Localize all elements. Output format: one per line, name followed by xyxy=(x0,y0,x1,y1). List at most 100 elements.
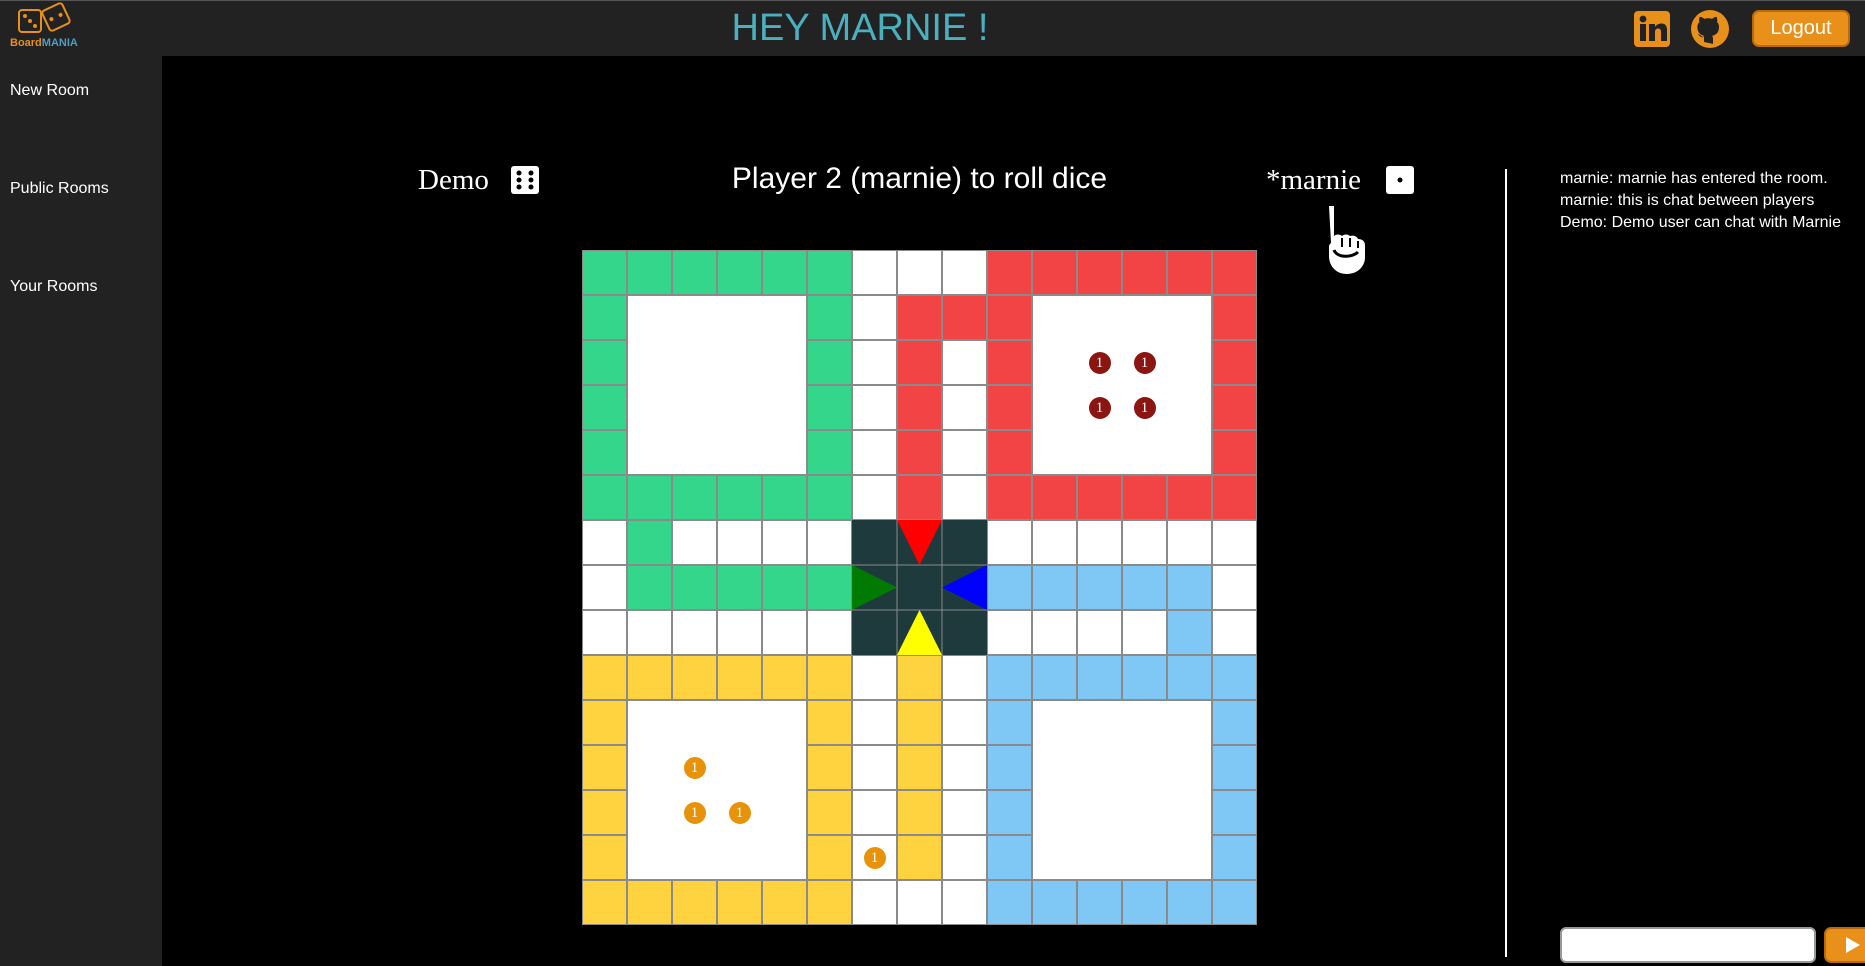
board-cell xyxy=(942,655,987,700)
board-cell xyxy=(1032,610,1077,655)
top-bar: BoardMANIA HEY MARNIE ! Logout xyxy=(0,0,1865,56)
board-cell xyxy=(762,475,807,520)
board-cell xyxy=(852,340,897,385)
board-cell xyxy=(1122,880,1167,925)
board-cell xyxy=(582,790,627,835)
board-cell xyxy=(582,295,627,340)
board-cell xyxy=(852,790,897,835)
sidebar-item-new-room[interactable]: New Room xyxy=(10,82,89,100)
github-link[interactable] xyxy=(1690,9,1730,49)
red-token[interactable]: 1 xyxy=(1133,396,1156,419)
board-cell xyxy=(897,655,942,700)
board-cell xyxy=(717,475,762,520)
blue-arrow-icon xyxy=(942,565,987,610)
board-cell xyxy=(897,835,942,880)
board-cell xyxy=(717,520,762,565)
board-cell xyxy=(1212,475,1257,520)
red-token[interactable]: 1 xyxy=(1088,351,1111,374)
yellow-token[interactable]: 1 xyxy=(728,801,751,824)
board-cell xyxy=(1167,250,1212,295)
board-cell xyxy=(807,610,852,655)
board-cell xyxy=(582,835,627,880)
board-cell xyxy=(1167,565,1212,610)
home-area xyxy=(627,295,807,475)
yellow-token[interactable]: 1 xyxy=(683,801,706,824)
player1-name: Demo xyxy=(418,164,489,196)
board-cell xyxy=(627,880,672,925)
game-area: Demo Player 2 (marnie) to roll dice *mar… xyxy=(162,56,1865,966)
board-cell xyxy=(1032,250,1077,295)
board-cell xyxy=(987,295,1032,340)
sidebar-item-your-rooms[interactable]: Your Rooms xyxy=(10,278,97,296)
board-cell xyxy=(627,565,672,610)
board-cell xyxy=(987,385,1032,430)
board-cell xyxy=(1122,475,1167,520)
chat-input[interactable] xyxy=(1560,927,1816,963)
board-cell xyxy=(1212,790,1257,835)
sidebar-item-public-rooms[interactable]: Public Rooms xyxy=(10,180,109,198)
board-cell xyxy=(897,430,942,475)
player2-die-one-icon[interactable] xyxy=(1386,166,1414,194)
sidebar: New Room Public Rooms Your Rooms xyxy=(0,56,162,966)
home-area xyxy=(627,700,807,880)
board-cell xyxy=(807,835,852,880)
board-cell xyxy=(942,385,987,430)
board-cell xyxy=(807,385,852,430)
board-cell xyxy=(672,880,717,925)
board-cell xyxy=(1212,295,1257,340)
board-cell xyxy=(1212,745,1257,790)
board-cell xyxy=(1212,250,1257,295)
board-cell xyxy=(987,520,1032,565)
board-cell xyxy=(852,430,897,475)
board-cell xyxy=(1212,520,1257,565)
yellow-token[interactable]: 1 xyxy=(863,846,886,869)
board-cell xyxy=(1167,655,1212,700)
board-cell xyxy=(987,430,1032,475)
board-cell xyxy=(987,565,1032,610)
board-cell xyxy=(582,655,627,700)
board-cell xyxy=(762,520,807,565)
board-cell xyxy=(942,880,987,925)
board-cell xyxy=(807,475,852,520)
board-cell xyxy=(942,295,987,340)
board-cell xyxy=(582,475,627,520)
linkedin-link[interactable] xyxy=(1632,9,1672,49)
board-cell xyxy=(807,430,852,475)
board-cell xyxy=(897,700,942,745)
board-cell xyxy=(717,250,762,295)
center-finish-area xyxy=(852,520,987,655)
board-cell xyxy=(897,880,942,925)
board-cell xyxy=(762,565,807,610)
send-button[interactable] xyxy=(1824,927,1865,963)
board-cell xyxy=(852,385,897,430)
board-cell xyxy=(942,700,987,745)
board-cell xyxy=(987,880,1032,925)
red-token[interactable]: 1 xyxy=(1133,351,1156,374)
board-cell xyxy=(582,745,627,790)
board-cell xyxy=(807,790,852,835)
board-cell xyxy=(807,745,852,790)
logout-button[interactable]: Logout xyxy=(1752,10,1850,47)
player1-die-six-icon[interactable] xyxy=(511,166,539,194)
linkedin-icon xyxy=(1634,11,1670,47)
board-cell xyxy=(1032,565,1077,610)
board-cell xyxy=(672,610,717,655)
board-cell xyxy=(627,475,672,520)
red-arrow-icon xyxy=(897,520,942,565)
red-token[interactable]: 1 xyxy=(1088,396,1111,419)
board-cell xyxy=(852,250,897,295)
board-cell xyxy=(987,790,1032,835)
board-cell xyxy=(717,610,762,655)
board-cell xyxy=(852,655,897,700)
github-icon xyxy=(1691,10,1729,48)
board-cell xyxy=(897,745,942,790)
board-cell xyxy=(1122,610,1167,655)
yellow-token[interactable]: 1 xyxy=(683,756,706,779)
board-cell xyxy=(852,700,897,745)
board-cell xyxy=(582,610,627,655)
board-cell xyxy=(1212,700,1257,745)
board-cell xyxy=(672,520,717,565)
board-cell xyxy=(627,655,672,700)
board-cell xyxy=(987,340,1032,385)
board-cell xyxy=(1077,520,1122,565)
